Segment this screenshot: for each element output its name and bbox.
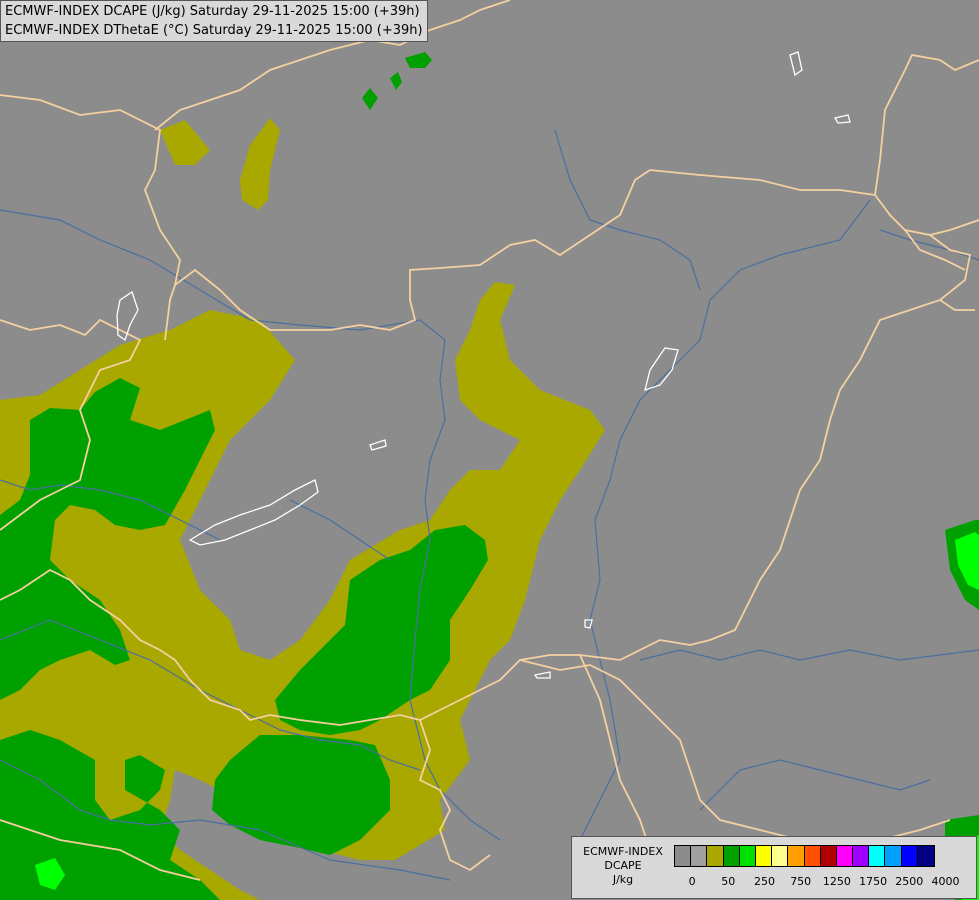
map-title-box: ECMWF-INDEX DCAPE (J/kg) Saturday 29-11-… bbox=[0, 0, 428, 42]
legend-tick-label: 2500 bbox=[895, 875, 924, 888]
legend-tick-label: 0 bbox=[688, 875, 696, 888]
legend-swatch bbox=[885, 846, 902, 866]
legend-swatch bbox=[755, 846, 773, 866]
legend-swatch bbox=[691, 846, 708, 866]
legend-swatch bbox=[772, 846, 789, 866]
legend-swatch bbox=[707, 846, 724, 866]
legend-swatch bbox=[788, 846, 805, 866]
legend-swatch bbox=[901, 846, 918, 866]
legend-tick-label: 1750 bbox=[859, 875, 888, 888]
title-line-dthetae: ECMWF-INDEX DThetaE (°C) Saturday 29-11-… bbox=[5, 23, 423, 38]
legend-swatch bbox=[723, 846, 740, 866]
legend-model: ECMWF-INDEX bbox=[583, 845, 663, 858]
title-line-dcape: ECMWF-INDEX DCAPE (J/kg) Saturday 29-11-… bbox=[5, 4, 420, 19]
color-legend: ECMWF-INDEX DCAPE J/kg 0 50 250 750 1250 1750… bbox=[571, 836, 977, 899]
legend-tick-label: 1250 bbox=[822, 875, 851, 888]
legend-swatch bbox=[820, 846, 837, 866]
legend-tick-label: 250 bbox=[754, 875, 775, 888]
legend-title: ECMWF-INDEX DCAPE J/kg bbox=[574, 845, 672, 887]
legend-swatches bbox=[674, 845, 935, 867]
legend-tick-label: 50 bbox=[721, 875, 736, 888]
legend-tick-label: 4000 bbox=[931, 875, 960, 888]
legend-swatch bbox=[836, 846, 854, 866]
legend-tick-label: 750 bbox=[790, 875, 812, 888]
legend-swatch bbox=[853, 846, 870, 866]
dcape-map bbox=[0, 0, 979, 900]
legend-swatch bbox=[739, 846, 756, 866]
legend-field: DCAPE bbox=[604, 859, 642, 872]
legend-swatch bbox=[675, 846, 692, 866]
legend-swatch bbox=[869, 846, 886, 866]
legend-swatch bbox=[804, 846, 821, 866]
legend-swatch bbox=[917, 846, 934, 866]
legend-unit: J/kg bbox=[612, 873, 634, 886]
